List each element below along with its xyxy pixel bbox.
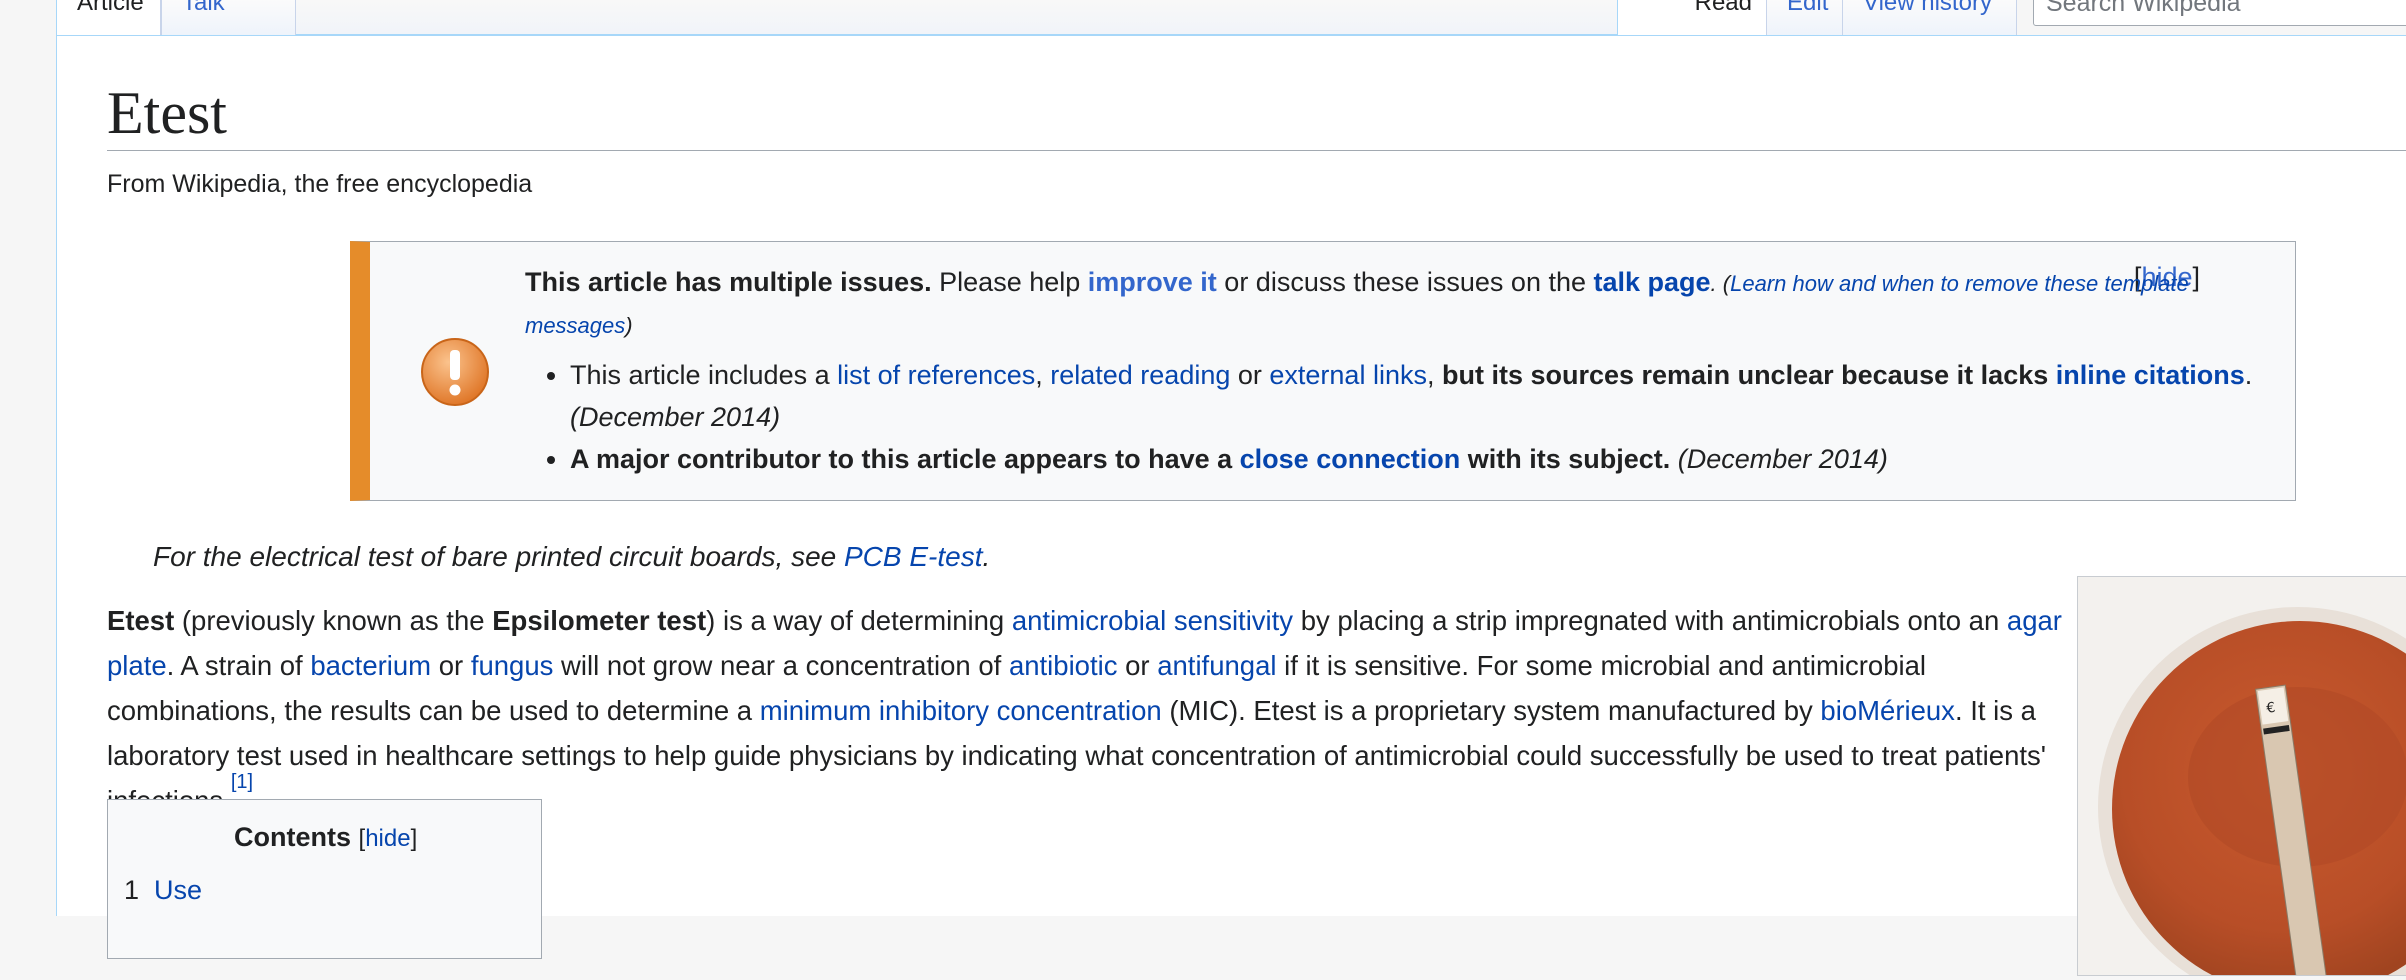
toc-item: 1 Use: [124, 875, 203, 905]
fungus-link[interactable]: fungus: [471, 650, 554, 681]
antibiotic-link[interactable]: antibiotic: [1009, 650, 1118, 681]
tab-spacer: [296, 0, 1617, 35]
antimicrobial-sensitivity-link[interactable]: antimicrobial sensitivity: [1012, 605, 1293, 636]
site-tagline: From Wikipedia, the free encyclopedia: [107, 170, 533, 198]
toc-hide-link[interactable]: hide: [365, 825, 410, 852]
tab-talk[interactable]: Talk: [161, 0, 296, 36]
biomerieux-link[interactable]: bioMérieux: [1820, 695, 1955, 726]
minimum-inhibitory-concentration-link[interactable]: minimum inhibitory concentration: [760, 695, 1162, 726]
related-reading-link[interactable]: related reading: [1050, 360, 1230, 390]
petri-dish-image: €: [2078, 577, 2406, 980]
tab-edit[interactable]: Edit: [1767, 0, 1843, 36]
etest-thumbnail[interactable]: €: [2077, 576, 2406, 980]
issue-item-close-connection: A major contributor to this article appe…: [570, 438, 2265, 480]
table-of-contents: Contents [hide] 1 Use: [107, 799, 542, 959]
page-title: Etest: [107, 78, 2406, 151]
talk-page-link[interactable]: talk page: [1594, 267, 1711, 297]
pcb-etest-link[interactable]: PCB E-test: [844, 541, 982, 572]
issues-lead: This article has multiple issues.: [525, 267, 932, 297]
lead-paragraph: Etest (previously known as the Epsilomet…: [107, 605, 2062, 816]
toc-link-use[interactable]: Use: [154, 875, 202, 905]
inline-citations-link[interactable]: inline citations: [2056, 360, 2245, 390]
search-input[interactable]: Search Wikipedia: [2033, 0, 2406, 26]
tab-view-history[interactable]: View history: [1843, 0, 2017, 36]
bacterium-link[interactable]: bacterium: [310, 650, 431, 681]
issue-item-references: This article includes a list of referenc…: [570, 354, 2265, 438]
page-tabs: Article Talk Read Edit View history Sear…: [56, 0, 2406, 36]
multiple-issues-box: [hide] This article has multiple issues.…: [350, 241, 2296, 501]
hatnote: For the electrical test of bare printed …: [153, 541, 991, 572]
improve-link[interactable]: improve it: [1088, 267, 1217, 297]
close-connection-link[interactable]: close connection: [1240, 444, 1461, 474]
reference-link[interactable]: [1]: [231, 771, 253, 793]
toc-title-row: Contents [hide]: [234, 822, 418, 852]
tab-read[interactable]: Read: [1617, 0, 1767, 36]
issues-text: This article has multiple issues. Please…: [525, 262, 2265, 480]
tab-article[interactable]: Article: [56, 0, 161, 36]
external-links-link[interactable]: external links: [1269, 360, 1427, 390]
issues-list: This article includes a list of referenc…: [525, 354, 2265, 480]
list-of-references-link[interactable]: list of references: [837, 360, 1035, 390]
warning-icon: [420, 337, 490, 407]
antifungal-link[interactable]: antifungal: [1157, 650, 1276, 681]
article-content: Etest From Wikipedia, the free encyclope…: [56, 35, 2406, 980]
